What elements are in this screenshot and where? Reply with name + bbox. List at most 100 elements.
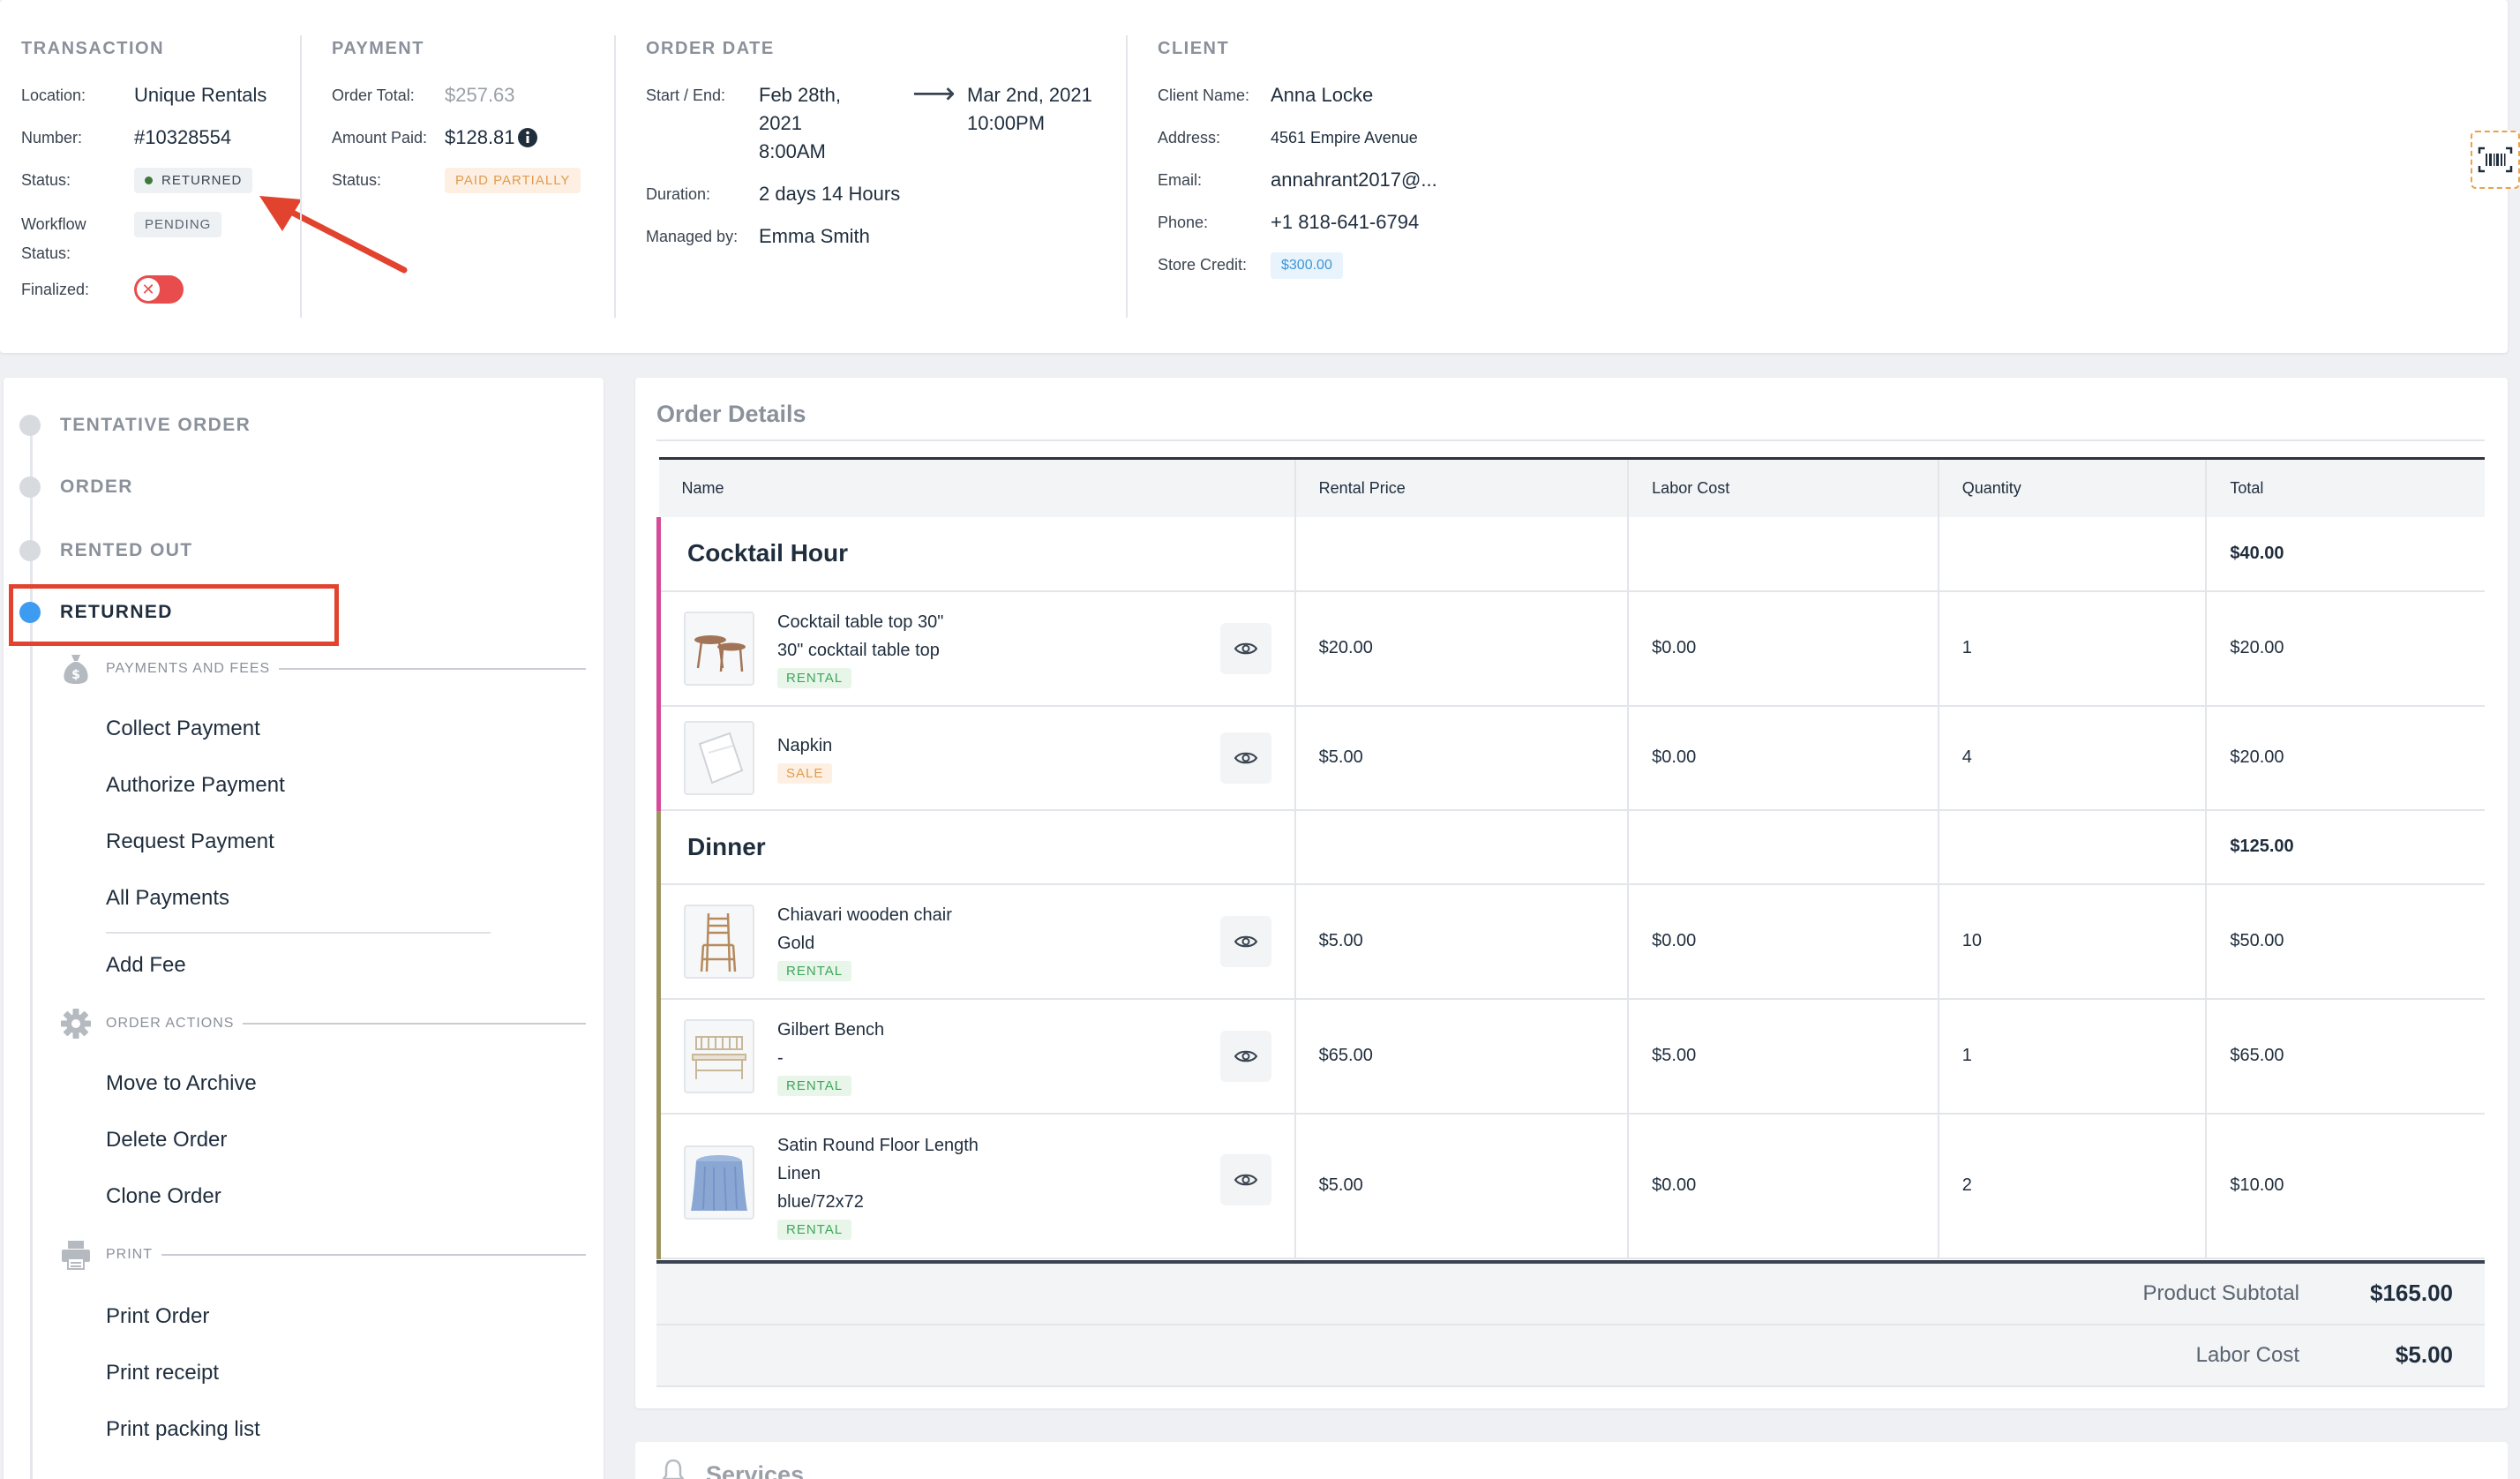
collect-payment-action[interactable]: Collect Payment: [106, 717, 260, 741]
info-icon[interactable]: [517, 127, 538, 148]
request-payment-action[interactable]: Request Payment: [106, 830, 274, 854]
add-fee-action[interactable]: Add Fee: [106, 953, 186, 978]
total-cell: $20.00: [2206, 705, 2485, 811]
column-header-quantity[interactable]: Quantity: [1938, 458, 2208, 517]
table-row: Napkin SALE $5.00 $0.00 4 $20.00: [656, 705, 2485, 811]
status-label: Status:: [21, 171, 71, 189]
eye-icon: [1234, 1174, 1257, 1186]
quantity-cell: 2: [1938, 1113, 2208, 1259]
end-date: Mar 2nd, 2021: [967, 84, 1092, 106]
rental-tag: RENTAL: [777, 1220, 852, 1240]
email-label: Email:: [1158, 171, 1203, 189]
order-total-value: $257.63: [445, 84, 515, 106]
labor-cost-label: Labor Cost: [2195, 1343, 2299, 1367]
workflow-status-badge[interactable]: PENDING: [134, 212, 222, 237]
annotation-arrow-icon: [259, 196, 408, 274]
step-circle-icon: [19, 415, 41, 436]
phone-value[interactable]: +1 818-641-6794: [1271, 211, 1419, 234]
column-header-total[interactable]: Total: [2206, 459, 2485, 517]
total-cell: $65.00: [2206, 998, 2485, 1115]
payment-section: PAYMENT: [332, 39, 424, 59]
rental-price-cell: $5.00: [1294, 1113, 1630, 1259]
eye-icon: [1234, 1050, 1257, 1062]
section-title: PAYMENTS AND FEES: [106, 661, 271, 676]
rental-tag: RENTAL: [777, 668, 852, 688]
view-item-button[interactable]: [1219, 915, 1271, 967]
step-rented-out[interactable]: RENTED OUT: [19, 540, 193, 561]
print-packing-list-action[interactable]: Print packing list: [106, 1417, 260, 1442]
order-actions-sidebar: TENTATIVE ORDER ORDER RENTED OUT RETURNE…: [4, 378, 604, 1479]
sale-tag: SALE: [777, 763, 833, 784]
step-label: TENTATIVE ORDER: [60, 415, 251, 435]
group-total: $125.00: [2206, 809, 2485, 885]
all-payments-action[interactable]: All Payments: [106, 886, 229, 911]
product-thumbnail: [684, 720, 754, 795]
product-subtotal-value: $165.00: [2370, 1280, 2453, 1306]
column-header-labor-cost[interactable]: Labor Cost: [1628, 458, 1939, 517]
number-label: Number:: [21, 129, 83, 146]
view-item-button[interactable]: [1219, 1154, 1271, 1205]
group-row-dinner: Dinner $125.00: [656, 809, 2485, 885]
money-bag-icon: $: [60, 653, 92, 685]
printer-icon: [60, 1239, 92, 1271]
divider: [300, 35, 302, 318]
move-to-archive-action[interactable]: Move to Archive: [106, 1071, 257, 1096]
transaction-title: TRANSACTION: [21, 39, 165, 58]
rental-price-cell: $65.00: [1294, 998, 1630, 1115]
managed-by-label: Managed by:: [646, 228, 739, 245]
store-credit-badge: $300.00: [1271, 252, 1343, 279]
order-summary-panel: TRANSACTION Location: Unique Rentals Num…: [0, 0, 2508, 353]
product-thumbnail: [684, 1018, 754, 1093]
total-cell: $50.00: [2206, 883, 2485, 1000]
finalized-toggle[interactable]: ✕: [134, 275, 184, 304]
managed-by-value: Emma Smith: [759, 225, 870, 247]
item-title[interactable]: Satin Round Floor Length: [777, 1131, 979, 1160]
column-header-rental-price[interactable]: Rental Price: [1294, 458, 1630, 517]
step-order[interactable]: ORDER: [19, 477, 133, 498]
step-tentative-order[interactable]: TENTATIVE ORDER: [19, 415, 251, 436]
rental-price-cell: $20.00: [1294, 590, 1630, 707]
clone-order-action[interactable]: Clone Order: [106, 1184, 221, 1209]
services-title[interactable]: Services: [706, 1461, 804, 1479]
item-title[interactable]: Cocktail table top 30": [777, 608, 943, 636]
authorize-payment-action[interactable]: Authorize Payment: [106, 773, 285, 798]
step-label: RENTED OUT: [60, 540, 193, 560]
gear-icon: [60, 1008, 92, 1040]
order-date-section: ORDER DATE: [646, 39, 775, 59]
location-label: Location:: [21, 86, 86, 104]
section-title: ORDER ACTIONS: [106, 1016, 235, 1031]
print-receipt-action[interactable]: Print receipt: [106, 1361, 219, 1385]
delete-order-action[interactable]: Delete Order: [106, 1128, 227, 1152]
order-details-panel: Order Details Name Rental Price Labor Co…: [635, 378, 2508, 1408]
item-title[interactable]: Napkin: [777, 732, 832, 760]
item-name-cell: Gilbert Bench - RENTAL: [684, 1016, 1294, 1096]
status-dot-icon: [145, 176, 153, 184]
start-date-line1: Feb 28th,: [759, 84, 841, 106]
location-value: Unique Rentals: [134, 84, 267, 106]
print-order-action[interactable]: Print Order: [106, 1304, 209, 1329]
email-value[interactable]: annahrant2017@...: [1271, 169, 1437, 191]
divider: [161, 1254, 586, 1256]
quantity-cell: 4: [1938, 705, 2208, 811]
view-item-button[interactable]: [1219, 1030, 1271, 1082]
item-subtitle: Linen: [777, 1164, 821, 1183]
client-section: CLIENT: [1158, 39, 1229, 59]
barcode-scan-button[interactable]: [2471, 131, 2520, 189]
step-circle-icon: [19, 540, 41, 561]
view-item-button[interactable]: [1219, 622, 1271, 674]
labor-cost-cell: $0.00: [1628, 883, 1939, 1000]
labor-cost-cell: $0.00: [1628, 1113, 1939, 1259]
item-title[interactable]: Chiavari wooden chair: [777, 901, 952, 929]
order-total-label: Order Total:: [332, 86, 415, 104]
item-title[interactable]: Gilbert Bench: [777, 1016, 884, 1044]
client-name-value[interactable]: Anna Locke: [1271, 84, 1373, 107]
column-header-name[interactable]: Name: [658, 458, 1296, 517]
step-circle-icon: [19, 477, 41, 498]
eye-icon: [1234, 752, 1257, 763]
rental-tag: RENTAL: [777, 961, 852, 981]
services-panel: Services: [635, 1442, 2508, 1479]
view-item-button[interactable]: [1219, 732, 1271, 784]
phone-label: Phone:: [1158, 214, 1209, 231]
payments-and-fees-header: $ PAYMENTS AND FEES: [60, 653, 586, 685]
amount-paid-value: $128.81: [445, 126, 515, 148]
